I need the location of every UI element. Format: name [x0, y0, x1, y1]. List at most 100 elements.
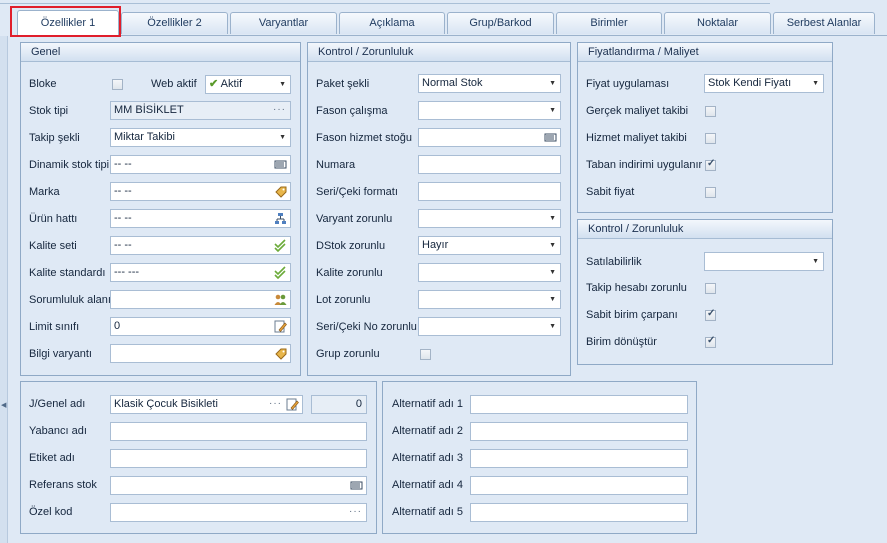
- gercek-maliyet-label: Gerçek maliyet takibi: [586, 105, 689, 117]
- urun-hatti-field[interactable]: -- --: [110, 209, 291, 228]
- chevron-down-icon: ▼: [549, 323, 556, 330]
- seri-ceki-no-zorunlu-select[interactable]: ▼: [418, 317, 561, 336]
- birim-donustur-checkbox[interactable]: [705, 335, 716, 348]
- genel-panel: Genel Bloke Web aktif ✔ Aktif ▼ Stok tip…: [20, 42, 301, 376]
- fiyatlandirma-panel: Fiyatlandırma / Maliyet Fiyat uygulaması…: [577, 42, 833, 213]
- fiyatlandirma-panel-title: Fiyatlandırma / Maliyet: [578, 43, 832, 62]
- genel-adi-field[interactable]: Klasik Çocuk Bisikleti ···: [110, 395, 303, 414]
- chevron-down-icon: ▼: [549, 80, 556, 87]
- barcode-icon[interactable]: [274, 158, 287, 171]
- lot-zorunlu-label: Lot zorunlu: [316, 294, 371, 306]
- bilgi-varyanti-label: Bilgi varyantı: [29, 348, 92, 360]
- tab-grup-barkod[interactable]: Grup/Barkod: [447, 12, 554, 34]
- kalite-standardi-field[interactable]: --- ---: [110, 263, 291, 282]
- kontrol-panel-title: Kontrol / Zorunluluk: [308, 43, 570, 62]
- alternatif-adi-3-field[interactable]: [470, 449, 688, 468]
- fason-hizmet-field[interactable]: [418, 128, 561, 147]
- takip-sekli-label: Takip şekli: [29, 132, 80, 144]
- paket-sekli-label: Paket şekli: [316, 78, 370, 90]
- fason-calisma-select[interactable]: ▼: [418, 101, 561, 120]
- checkmark-icon: ✔: [209, 78, 219, 90]
- alternatif-adi-5-field[interactable]: [470, 503, 688, 522]
- alternatif-adi-2-label: Alternatif adı 2: [392, 425, 463, 437]
- left-splitter[interactable]: ◀: [0, 36, 8, 543]
- barcode-icon[interactable]: [544, 131, 557, 144]
- takip-hesabi-label: Takip hesabı zorunlu: [586, 282, 687, 294]
- fiyat-uygulamasi-select[interactable]: Stok Kendi Fiyatı ▼: [704, 74, 824, 93]
- ozel-kod-field[interactable]: ···: [110, 503, 367, 522]
- takip-hesabi-checkbox[interactable]: [705, 283, 716, 294]
- alternatif-adi-1-label: Alternatif adı 1: [392, 398, 463, 410]
- tab-birimler[interactable]: Birimler: [556, 12, 662, 34]
- ozel-kod-label: Özel kod: [29, 506, 73, 518]
- genel-adi-count: 0: [311, 395, 367, 414]
- tab-aciklama[interactable]: Açıklama: [339, 12, 445, 34]
- alternatif-adi-4-label: Alternatif adı 4: [392, 479, 463, 491]
- grup-zorunlu-checkbox[interactable]: [420, 349, 431, 360]
- tab-bar: Özellikler 1 Özellikler 2 Varyantlar Açı…: [11, 10, 887, 36]
- gercek-maliyet-checkbox[interactable]: [705, 106, 716, 117]
- kalite-zorunlu-label: Kalite zorunlu: [316, 267, 383, 279]
- lot-zorunlu-select[interactable]: ▼: [418, 290, 561, 309]
- web-aktif-select[interactable]: ✔ Aktif ▼: [205, 75, 291, 94]
- collapse-arrow-icon[interactable]: ◀: [1, 401, 6, 409]
- satilabilirlik-select[interactable]: ▼: [704, 252, 824, 271]
- sorumluluk-alani-field[interactable]: [110, 290, 291, 309]
- tab-varyantlar[interactable]: Varyantlar: [230, 12, 337, 34]
- sabit-fiyat-checkbox[interactable]: [705, 187, 716, 198]
- hizmet-maliyet-checkbox[interactable]: [705, 133, 716, 144]
- alternatif-adi-4-field[interactable]: [470, 476, 688, 495]
- taban-indirimi-label: Taban indirimi uygulanır: [586, 159, 703, 171]
- double-check-icon[interactable]: [274, 239, 287, 252]
- tab-noktalar[interactable]: Noktalar: [664, 12, 771, 34]
- dinamik-stok-tipi-field[interactable]: -- --: [110, 155, 291, 174]
- double-check-icon[interactable]: [274, 266, 287, 279]
- paket-sekli-select[interactable]: Normal Stok ▼: [418, 74, 561, 93]
- taban-indirimi-checkbox[interactable]: [705, 158, 716, 171]
- alternatif-adi-1-field[interactable]: [470, 395, 688, 414]
- ellipsis-icon[interactable]: ···: [269, 396, 282, 411]
- dstok-zorunlu-select[interactable]: Hayır ▼: [418, 236, 561, 255]
- bilgi-varyanti-field[interactable]: [110, 344, 291, 363]
- chevron-down-icon: ▼: [812, 258, 819, 265]
- sabit-birim-label: Sabit birim çarpanı: [586, 309, 678, 321]
- chevron-down-icon: ▼: [812, 80, 819, 87]
- users-icon[interactable]: [274, 293, 287, 306]
- alternatif-adi-2-field[interactable]: [470, 422, 688, 441]
- urun-hatti-label: Ürün hattı: [29, 213, 78, 225]
- tag-icon[interactable]: [274, 185, 287, 198]
- seri-ceki-formati-label: Seri/Çeki formatı: [316, 186, 398, 198]
- ellipsis-icon[interactable]: ···: [273, 102, 286, 117]
- varyant-zorunlu-select[interactable]: ▼: [418, 209, 561, 228]
- alternatif-panel: Alternatif adı 1 Alternatif adı 2 Altern…: [382, 381, 697, 534]
- kalite-standardi-label: Kalite standardı: [29, 267, 106, 279]
- tab-serbest-alanlar[interactable]: Serbest Alanlar: [773, 12, 875, 34]
- yabanci-adi-label: Yabancı adı: [29, 425, 87, 437]
- tab-ozellikler-2[interactable]: Özellikler 2: [121, 12, 228, 34]
- barcode-icon[interactable]: [350, 479, 363, 492]
- dinamik-stok-tipi-label: Dinamik stok tipi: [29, 159, 110, 171]
- bloke-checkbox[interactable]: [112, 79, 123, 90]
- marka-field[interactable]: -- --: [110, 182, 291, 201]
- kalite-zorunlu-select[interactable]: ▼: [418, 263, 561, 282]
- kalite-seti-field[interactable]: -- --: [110, 236, 291, 255]
- ellipsis-icon[interactable]: ···: [349, 504, 362, 519]
- seri-ceki-formati-field[interactable]: [418, 182, 561, 201]
- alternatif-adi-3-label: Alternatif adı 3: [392, 452, 463, 464]
- dstok-zorunlu-label: DStok zorunlu: [316, 240, 386, 252]
- edit-note-icon[interactable]: [274, 320, 287, 333]
- genel-adi-label: J/Genel adı: [29, 398, 86, 410]
- sabit-birim-checkbox[interactable]: [705, 308, 716, 321]
- stok-tipi-field[interactable]: MM BİSİKLET ···: [110, 101, 291, 120]
- chevron-down-icon: ▼: [549, 296, 556, 303]
- numara-field[interactable]: [418, 155, 561, 174]
- tag-icon[interactable]: [274, 347, 287, 360]
- limit-sinifi-field[interactable]: 0: [110, 317, 291, 336]
- edit-note-icon[interactable]: [286, 398, 299, 411]
- hierarchy-icon[interactable]: [274, 212, 287, 225]
- yabanci-adi-field[interactable]: [110, 422, 367, 441]
- referans-stok-field[interactable]: [110, 476, 367, 495]
- takip-sekli-select[interactable]: Miktar Takibi ▼: [110, 128, 291, 147]
- chevron-down-icon: ▼: [279, 81, 286, 88]
- etiket-adi-field[interactable]: [110, 449, 367, 468]
